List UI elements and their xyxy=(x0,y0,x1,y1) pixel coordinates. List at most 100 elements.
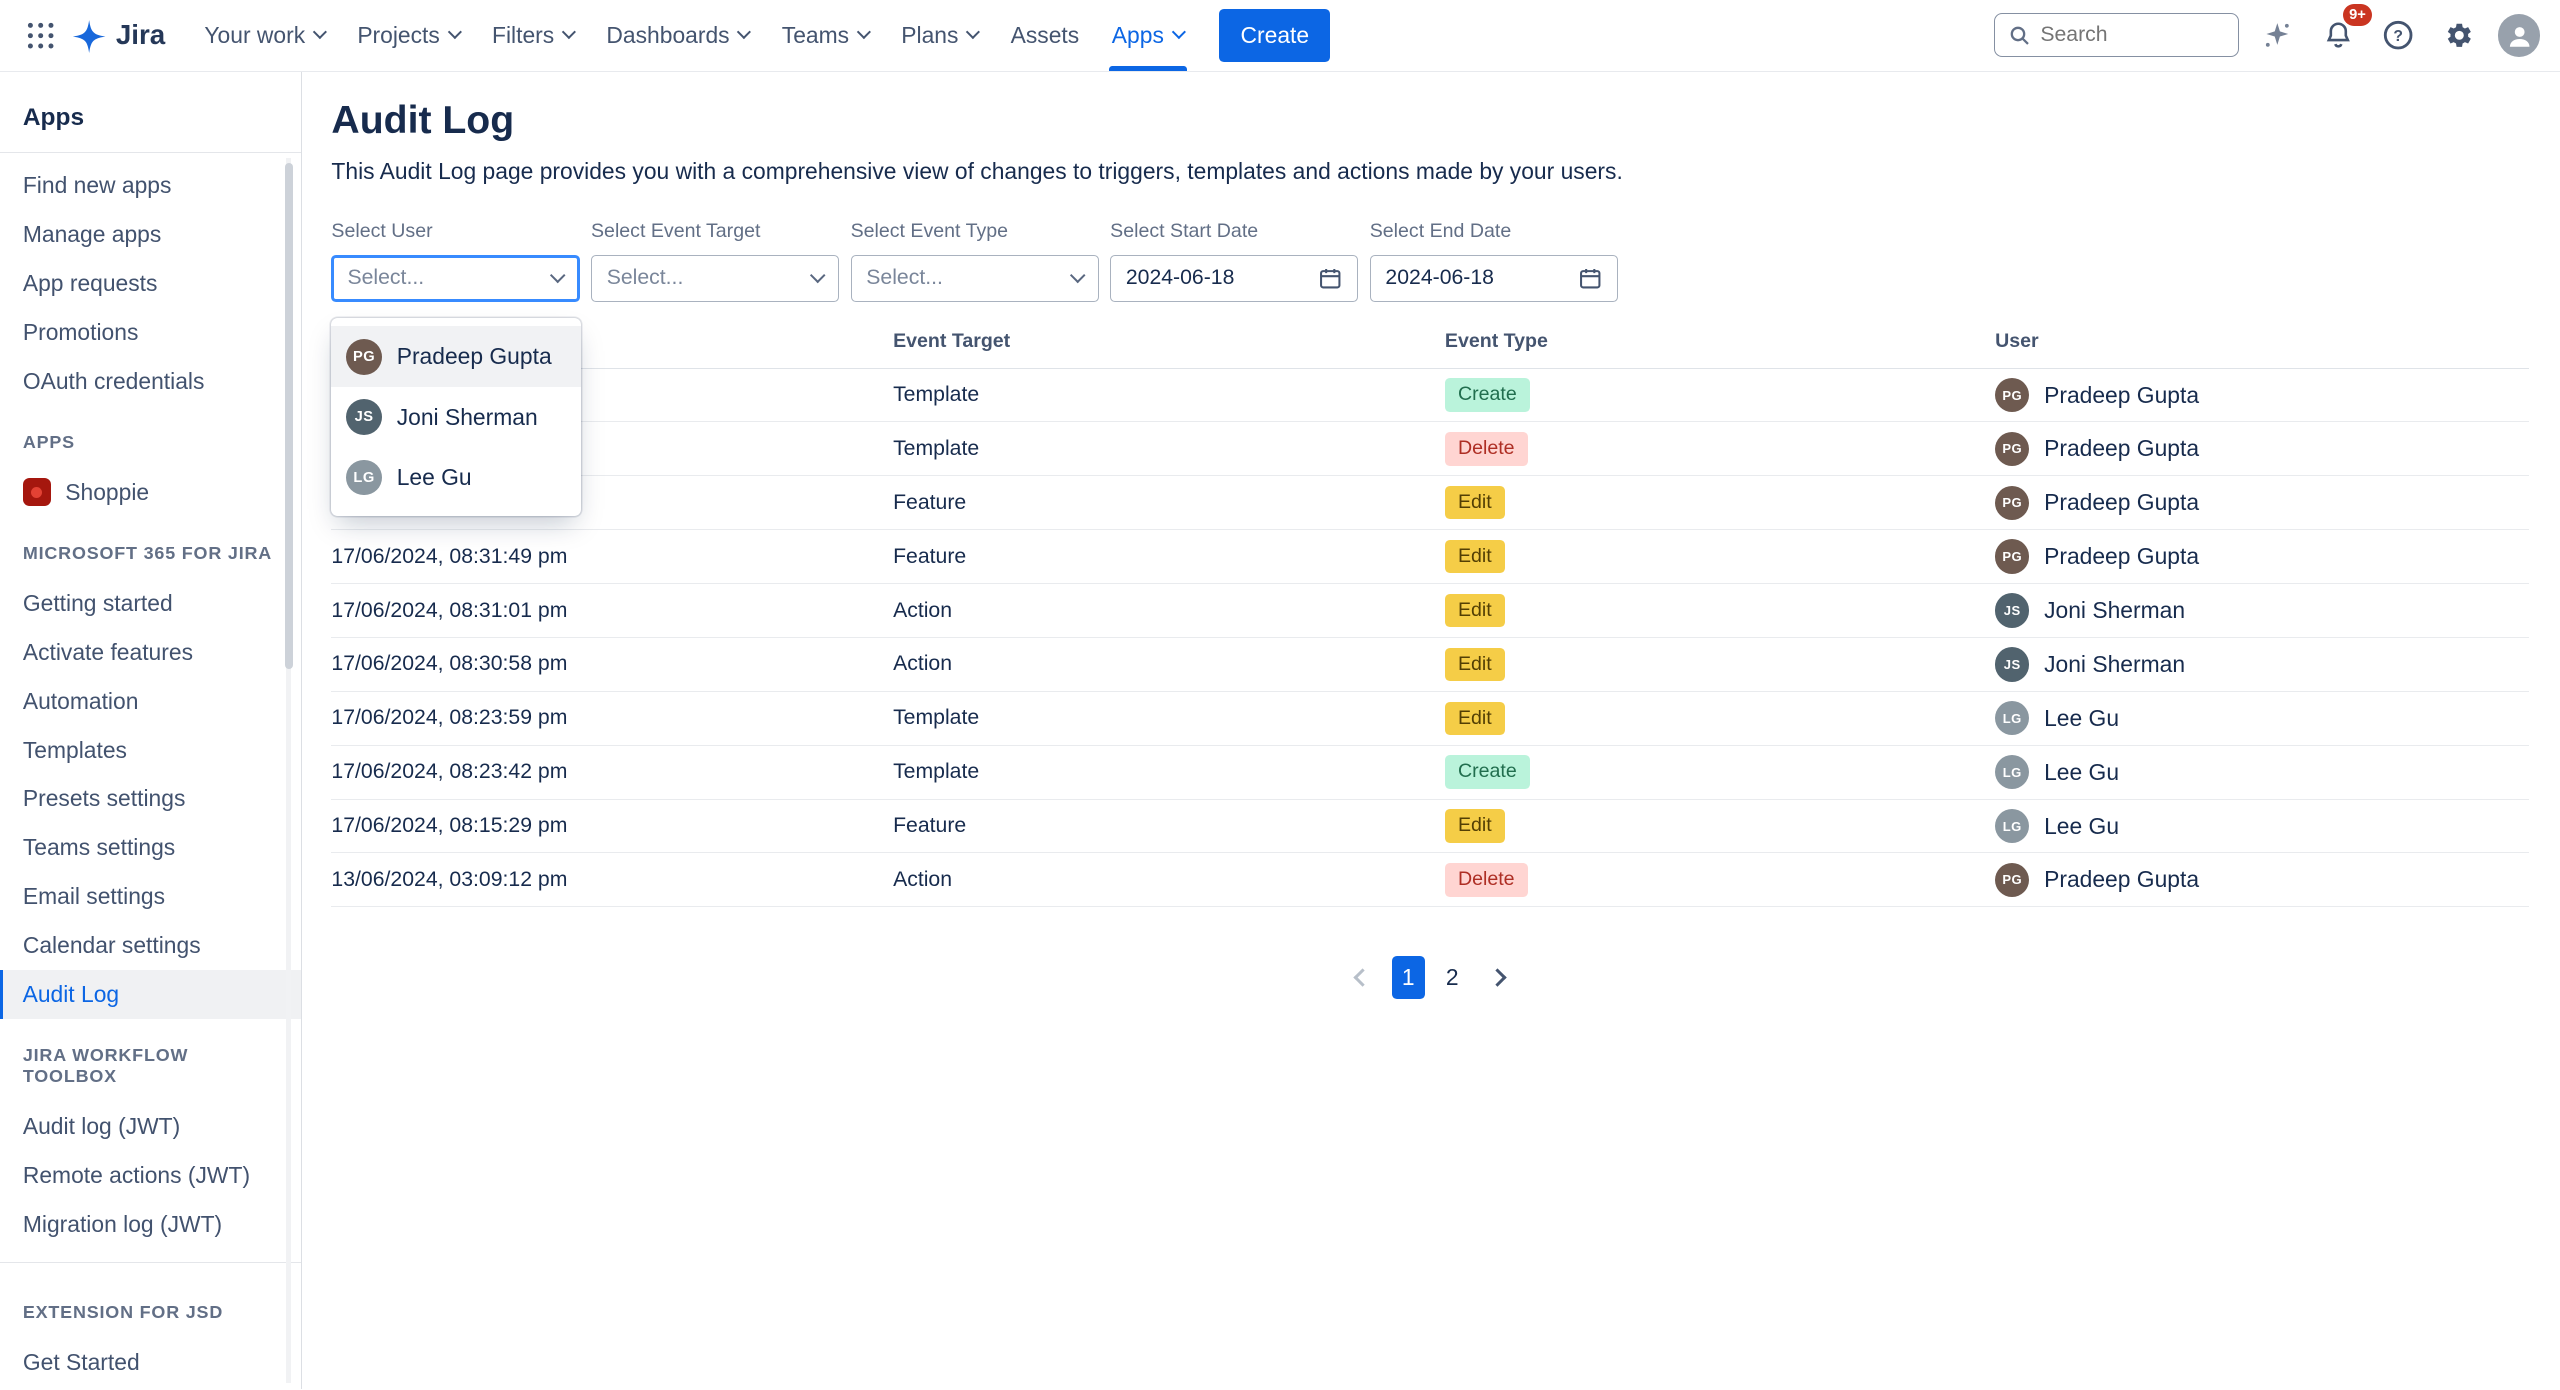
nav-item-apps[interactable]: Apps xyxy=(1095,0,1199,71)
row-user-avatar: LG xyxy=(1995,701,2029,735)
table-row: 17/06/2024, 08:31:49 pm Feature Edit PG … xyxy=(331,530,2529,584)
cell-user: LG Lee Gu xyxy=(1995,701,2529,735)
nav-item-your-work[interactable]: Your work xyxy=(188,0,341,71)
sidebar-item-shoppie[interactable]: Shoppie xyxy=(0,468,301,517)
pagination-next[interactable] xyxy=(1480,956,1522,998)
row-user-name: Pradeep Gupta xyxy=(2044,435,2199,462)
sidebar-item-activate-features[interactable]: Activate features xyxy=(0,628,301,677)
nav-item-projects[interactable]: Projects xyxy=(341,0,476,71)
table-row: Template Create PG Pradeep Gupta xyxy=(331,368,2529,422)
sidebar-item-automation[interactable]: Automation xyxy=(0,677,301,726)
user-option-joni-sherman[interactable]: JS Joni Sherman xyxy=(331,387,581,447)
sidebar-item-label: App requests xyxy=(23,270,158,297)
sidebar-item-find-new-apps[interactable]: Find new apps xyxy=(0,161,301,210)
select-select-user[interactable]: Select... xyxy=(331,255,579,302)
cell-date: 17/06/2024, 08:23:59 pm xyxy=(331,691,893,745)
sidebar-item-calendar-settings[interactable]: Calendar settings xyxy=(0,921,301,970)
sidebar-item-templates[interactable]: Templates xyxy=(0,726,301,775)
sidebar-title: Apps xyxy=(0,104,301,152)
page-button-2[interactable]: 2 xyxy=(1436,956,1469,998)
cell-event-target: Template xyxy=(893,745,1445,799)
user-avatar[interactable] xyxy=(2498,14,2540,56)
nav-item-filters[interactable]: Filters xyxy=(476,0,590,71)
filter-value: Select... xyxy=(607,266,684,290)
calendar-icon[interactable] xyxy=(1318,266,1342,290)
date-input-select-start-date[interactable]: 2024-06-18 xyxy=(1110,255,1358,302)
pagination-prev[interactable] xyxy=(1338,956,1380,998)
cell-event-target: Template xyxy=(893,691,1445,745)
sidebar-item-manage-apps[interactable]: Manage apps xyxy=(0,210,301,259)
jira-logo[interactable]: Jira xyxy=(65,18,181,52)
main-content: Audit Log This Audit Log page provides y… xyxy=(304,72,2560,1390)
sidebar-item-remote-actions-jwt[interactable]: Remote actions (JWT) xyxy=(0,1151,301,1200)
date-input-select-end-date[interactable]: 2024-06-18 xyxy=(1370,255,1618,302)
event-type-badge: Create xyxy=(1445,755,1530,788)
pagination-pages: 12 xyxy=(1392,956,1469,998)
sidebar-item-label: Manage apps xyxy=(23,221,161,248)
user-option-lee-gu[interactable]: LG Lee Gu xyxy=(331,447,581,507)
sidebar-item-email-settings[interactable]: Email settings xyxy=(0,872,301,921)
search-input[interactable] xyxy=(2040,23,2224,47)
sidebar-item-teams-settings[interactable]: Teams settings xyxy=(0,823,301,872)
cell-date: 17/06/2024, 08:15:29 pm xyxy=(331,799,893,853)
nav-item-dashboards[interactable]: Dashboards xyxy=(590,0,765,71)
row-user-avatar: LG xyxy=(1995,755,2029,789)
event-type-badge: Delete xyxy=(1445,432,1528,465)
search-icon xyxy=(2008,24,2031,47)
search-box[interactable] xyxy=(1994,13,2239,57)
jira-logo-text: Jira xyxy=(116,19,165,51)
filter: Select User Select... xyxy=(331,220,579,302)
cell-date: 17/06/2024, 08:30:58 pm xyxy=(331,637,893,691)
sidebar-item-promotions[interactable]: Promotions xyxy=(0,308,301,357)
notifications-bell-icon[interactable]: 9+ xyxy=(2317,14,2359,56)
sidebar-section-heading-extension-for-jsd: EXTENSION FOR JSD xyxy=(0,1276,301,1338)
nav-item-plans[interactable]: Plans xyxy=(885,0,994,71)
column-header-user: User xyxy=(1995,322,2529,368)
sidebar-item-label: Promotions xyxy=(23,319,139,346)
cell-user: PG Pradeep Gupta xyxy=(1995,863,2529,897)
event-type-badge: Create xyxy=(1445,378,1530,411)
help-icon[interactable]: ? xyxy=(2377,14,2419,56)
row-user-name: Pradeep Gupta xyxy=(2044,489,2199,516)
nav-item-teams[interactable]: Teams xyxy=(765,0,884,71)
sidebar-item-getting-started[interactable]: Getting started xyxy=(0,579,301,628)
page-button-1[interactable]: 1 xyxy=(1392,956,1425,998)
create-button[interactable]: Create xyxy=(1219,9,1330,61)
sidebar-item-migration-log-jwt[interactable]: Migration log (JWT) xyxy=(0,1200,301,1249)
sidebar-item-oauth-credentials[interactable]: OAuth credentials xyxy=(0,357,301,406)
sidebar-scrollbar[interactable] xyxy=(285,163,293,669)
table-row: 17/06/2024, 08:15:29 pm Feature Edit LG … xyxy=(331,799,2529,853)
chevron-down-icon xyxy=(737,25,751,39)
row-user-avatar: JS xyxy=(1995,647,2029,681)
filter-value: Select... xyxy=(347,266,424,290)
settings-gear-icon[interactable] xyxy=(2438,14,2480,56)
row-user-name: Pradeep Gupta xyxy=(2044,543,2199,570)
calendar-icon[interactable] xyxy=(1578,266,1602,290)
cell-event-target: Template xyxy=(893,368,1445,422)
user-option-avatar: JS xyxy=(346,399,382,435)
sidebar-item-label: Audit log (JWT) xyxy=(23,1113,180,1140)
event-type-badge: Edit xyxy=(1445,594,1505,627)
sidebar-item-get-started[interactable]: Get Started xyxy=(0,1338,301,1387)
row-user-name: Lee Gu xyxy=(2044,759,2119,786)
notification-count-badge: 9+ xyxy=(2343,4,2373,25)
select-select-event-type[interactable]: Select... xyxy=(851,255,1099,302)
cell-date: 17/06/2024, 08:23:42 pm xyxy=(331,745,893,799)
select-select-event-target[interactable]: Select... xyxy=(591,255,839,302)
user-option-pradeep-gupta[interactable]: PG Pradeep Gupta xyxy=(331,326,581,386)
sidebar-item-bundled-fields[interactable]: Bundled fields xyxy=(0,1387,301,1390)
nav-item-assets[interactable]: Assets xyxy=(994,0,1095,71)
sidebar-item-label: Calendar settings xyxy=(23,932,201,959)
sidebar-item-presets-settings[interactable]: Presets settings xyxy=(0,774,301,823)
sidebar-item-audit-log-jwt[interactable]: Audit log (JWT) xyxy=(0,1102,301,1151)
chevron-down-icon xyxy=(550,267,566,283)
sidebar-item-app-requests[interactable]: App requests xyxy=(0,259,301,308)
app-switcher-icon[interactable] xyxy=(16,11,65,60)
nav-item-label: Projects xyxy=(357,22,440,49)
sidebar-item-label: Email settings xyxy=(23,883,165,910)
sidebar-item-audit-log[interactable]: Audit Log xyxy=(0,970,301,1019)
sidebar-groups: Find new apps Manage apps App requests Prom… xyxy=(0,161,301,1389)
sparkle-icon[interactable] xyxy=(2256,14,2298,56)
primary-nav: Your work Projects Filters Dashboards Te… xyxy=(188,0,1200,71)
cell-event-target: Action xyxy=(893,584,1445,638)
